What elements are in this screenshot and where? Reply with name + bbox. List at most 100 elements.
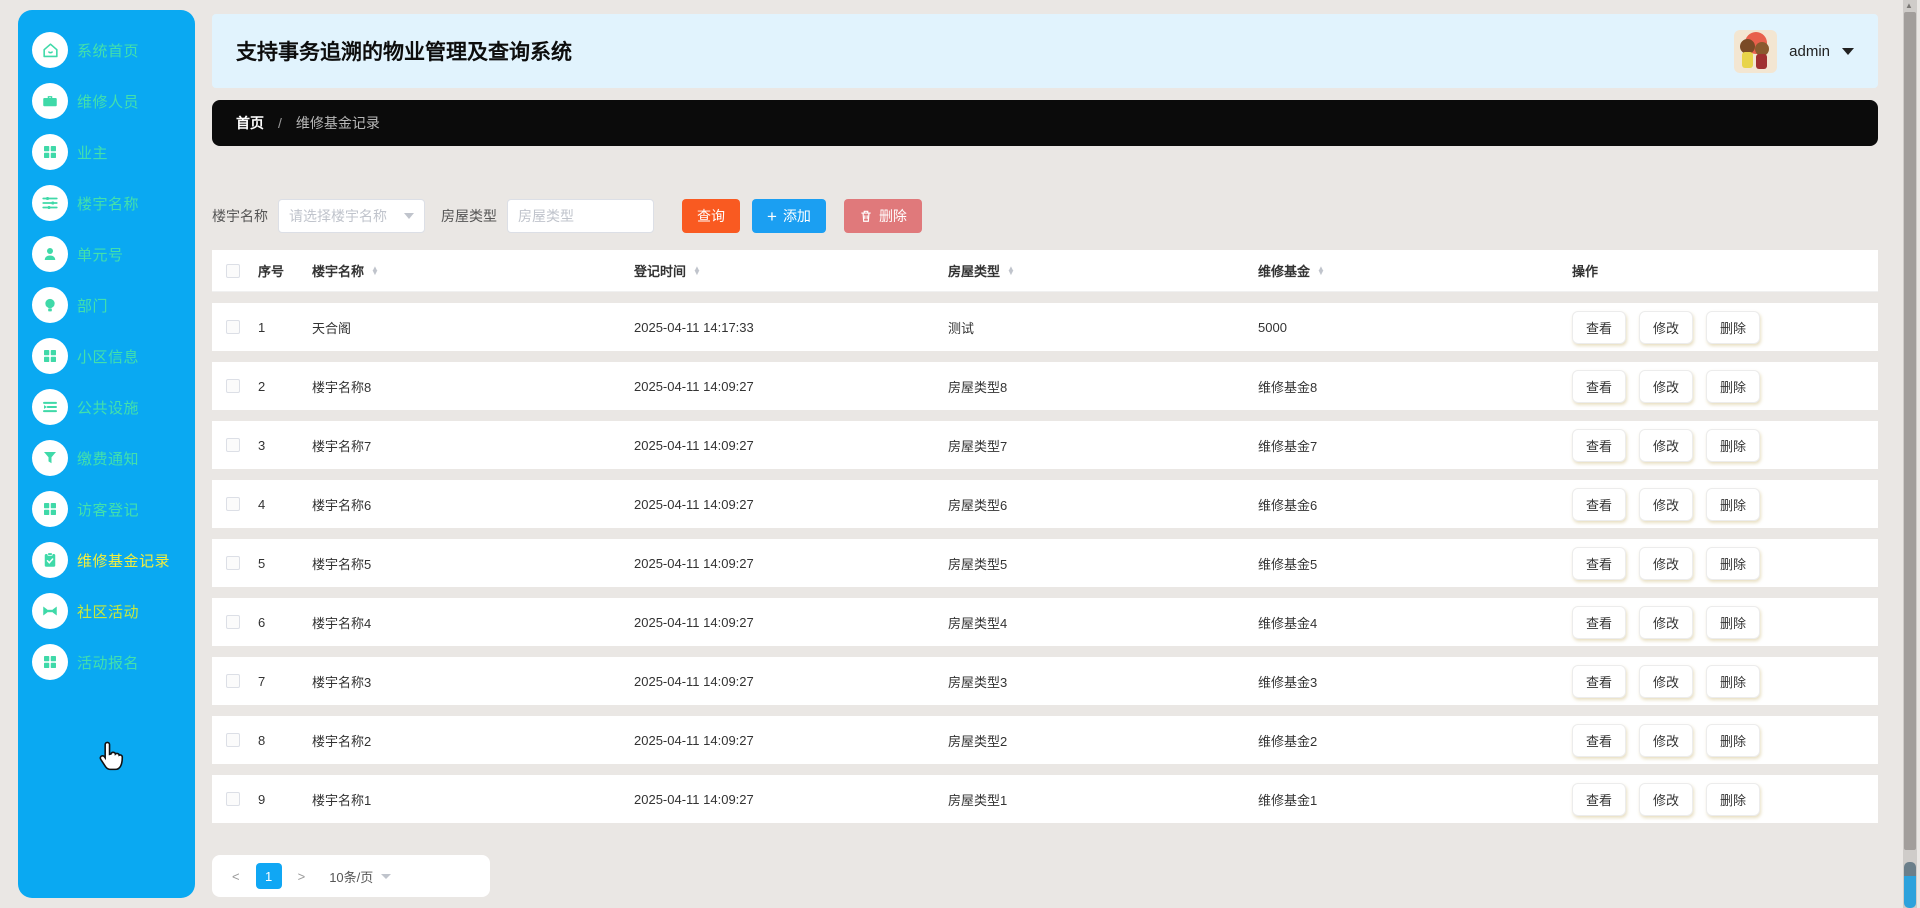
view-row-button[interactable]: 查看	[1572, 369, 1627, 403]
delete-row-button[interactable]: 删除	[1706, 546, 1761, 580]
user-icon	[32, 236, 68, 272]
lightbulb-icon	[32, 287, 68, 323]
edit-row-button[interactable]: 修改	[1639, 782, 1694, 816]
view-row-button[interactable]: 查看	[1572, 546, 1627, 580]
row-checkbox[interactable]	[226, 792, 240, 806]
cell-index: 5	[258, 555, 266, 571]
sort-icon[interactable]: ▲ ▼	[693, 264, 701, 276]
edit-row-button[interactable]: 修改	[1639, 487, 1694, 521]
cell-index: 2	[258, 378, 266, 394]
cell-index: 1	[258, 319, 266, 335]
view-row-button[interactable]: 查看	[1572, 310, 1627, 344]
view-row-button[interactable]: 查看	[1572, 664, 1627, 698]
delete-button[interactable]: 删除	[843, 199, 922, 233]
sidebar-item-label: 访客登记	[77, 501, 140, 519]
delete-row-button[interactable]: 删除	[1706, 428, 1761, 462]
sidebar-item-4[interactable]: 楼宇名称	[32, 185, 195, 221]
sidebar-item-2[interactable]: 维修人员	[32, 83, 195, 119]
table-row: 4 楼宇名称6 2025-04-11 14:09:27 房屋类型6 维修基金6 查看 修改删…	[212, 480, 1878, 528]
main-content: 支持事务追溯的物业管理及查询系统 admin 首页 / 维修基金记录 楼宇名称 …	[212, 0, 1878, 908]
grid-icon	[32, 134, 68, 170]
page-1-button[interactable]: 1	[255, 863, 282, 889]
sidebar-item-label: 活动报名	[77, 654, 140, 672]
delete-row-button[interactable]: 删除	[1706, 782, 1761, 816]
cell-fund: 维修基金3	[1258, 674, 1318, 690]
sort-icon[interactable]: ▲ ▼	[1317, 264, 1325, 276]
query-button[interactable]: 查询	[682, 199, 740, 233]
edit-row-button[interactable]: 修改	[1639, 310, 1694, 344]
sort-icon[interactable]: ▲ ▼	[371, 264, 379, 276]
sidebar-item-9[interactable]: 缴费通知	[32, 440, 195, 476]
sidebar-item-12[interactable]: 社区活动	[32, 593, 195, 629]
sidebar-item-label: 系统首页	[77, 42, 140, 60]
view-row-button[interactable]: 查看	[1572, 782, 1627, 816]
house-type-input[interactable]	[507, 199, 654, 233]
edit-row-button[interactable]: 修改	[1639, 546, 1694, 580]
select-all-cell	[212, 263, 256, 278]
cell-index: 8	[258, 732, 266, 748]
cell-time: 2025-04-11 14:09:27	[634, 555, 754, 571]
sidebar-item-13[interactable]: 活动报名	[32, 644, 195, 680]
cell-index: 7	[258, 673, 266, 689]
sidebar-item-6[interactable]: 部门	[32, 287, 195, 323]
delete-row-button[interactable]: 删除	[1706, 605, 1761, 639]
delete-row-button[interactable]: 删除	[1706, 487, 1761, 521]
view-row-button[interactable]: 查看	[1572, 428, 1627, 462]
cell-house-type: 房屋类型5	[948, 556, 1008, 572]
column-header-5: 维修基金 ▲ ▼	[1258, 263, 1325, 279]
scrollbar-thumb[interactable]	[1904, 12, 1916, 850]
table-row: 1 天合阁 2025-04-11 14:17:33 测试 5000 查看 修改 删除	[212, 303, 1878, 351]
page-size-select[interactable]: 10条/页	[329, 867, 392, 886]
cell-house-type: 房屋类型8	[948, 379, 1008, 395]
avatar[interactable]	[1734, 29, 1778, 73]
cell-fund: 维修基金4	[1258, 615, 1318, 631]
row-checkbox[interactable]	[226, 320, 240, 334]
edit-row-button[interactable]: 修改	[1639, 369, 1694, 403]
delete-row-button[interactable]: 删除	[1706, 310, 1761, 344]
row-checkbox[interactable]	[226, 556, 240, 570]
sidebar-item-label: 部门	[77, 297, 109, 315]
row-checkbox[interactable]	[226, 615, 240, 629]
sort-icon[interactable]: ▲ ▼	[1007, 264, 1015, 276]
sidebar-item-8[interactable]: 公共设施	[32, 389, 195, 425]
add-button[interactable]: + 添加	[752, 199, 826, 233]
cell-index: 6	[258, 614, 266, 630]
row-checkbox[interactable]	[226, 674, 240, 688]
view-row-button[interactable]: 查看	[1572, 487, 1627, 521]
view-row-button[interactable]: 查看	[1572, 605, 1627, 639]
cell-index: 3	[258, 437, 266, 453]
delete-row-button[interactable]: 删除	[1706, 369, 1761, 403]
sidebar-item-5[interactable]: 单元号	[32, 236, 195, 272]
prev-page-button[interactable]: <	[226, 869, 246, 884]
delete-row-button[interactable]: 删除	[1706, 723, 1761, 757]
select-all-checkbox[interactable]	[226, 263, 240, 278]
row-checkbox[interactable]	[226, 379, 240, 393]
row-checkbox[interactable]	[226, 438, 240, 452]
sidebar-item-10[interactable]: 访客登记	[32, 491, 195, 527]
row-checkbox[interactable]	[226, 733, 240, 747]
grid-icon	[32, 338, 68, 374]
cell-building: 楼宇名称3	[312, 674, 372, 690]
sidebar-item-11[interactable]: 维修基金记录	[32, 542, 195, 578]
vertical-scrollbar[interactable]: ▲	[1903, 0, 1917, 908]
delete-row-button[interactable]: 删除	[1706, 664, 1761, 698]
chevron-down-icon	[404, 213, 414, 219]
trash-icon	[861, 210, 871, 222]
sidebar-item-7[interactable]: 小区信息	[32, 338, 195, 374]
breadcrumb: 首页 / 维修基金记录	[212, 100, 1878, 146]
cell-house-type: 房屋类型1	[948, 792, 1008, 808]
breadcrumb-home[interactable]: 首页	[236, 113, 264, 133]
row-checkbox[interactable]	[226, 497, 240, 511]
scroll-up-arrow-icon[interactable]: ▲	[1905, 1, 1913, 10]
edit-row-button[interactable]: 修改	[1639, 723, 1694, 757]
user-menu[interactable]: admin	[1734, 29, 1854, 73]
building-select[interactable]: 请选择楼宇名称	[278, 199, 425, 233]
sidebar-item-3[interactable]: 业主	[32, 134, 195, 170]
next-page-button[interactable]: >	[292, 869, 312, 884]
edit-row-button[interactable]: 修改	[1639, 664, 1694, 698]
edit-row-button[interactable]: 修改	[1639, 605, 1694, 639]
sidebar-item-1[interactable]: 系统首页	[32, 32, 195, 68]
edit-row-button[interactable]: 修改	[1639, 428, 1694, 462]
view-row-button[interactable]: 查看	[1572, 723, 1627, 757]
cell-time: 2025-04-11 14:09:27	[634, 673, 754, 689]
